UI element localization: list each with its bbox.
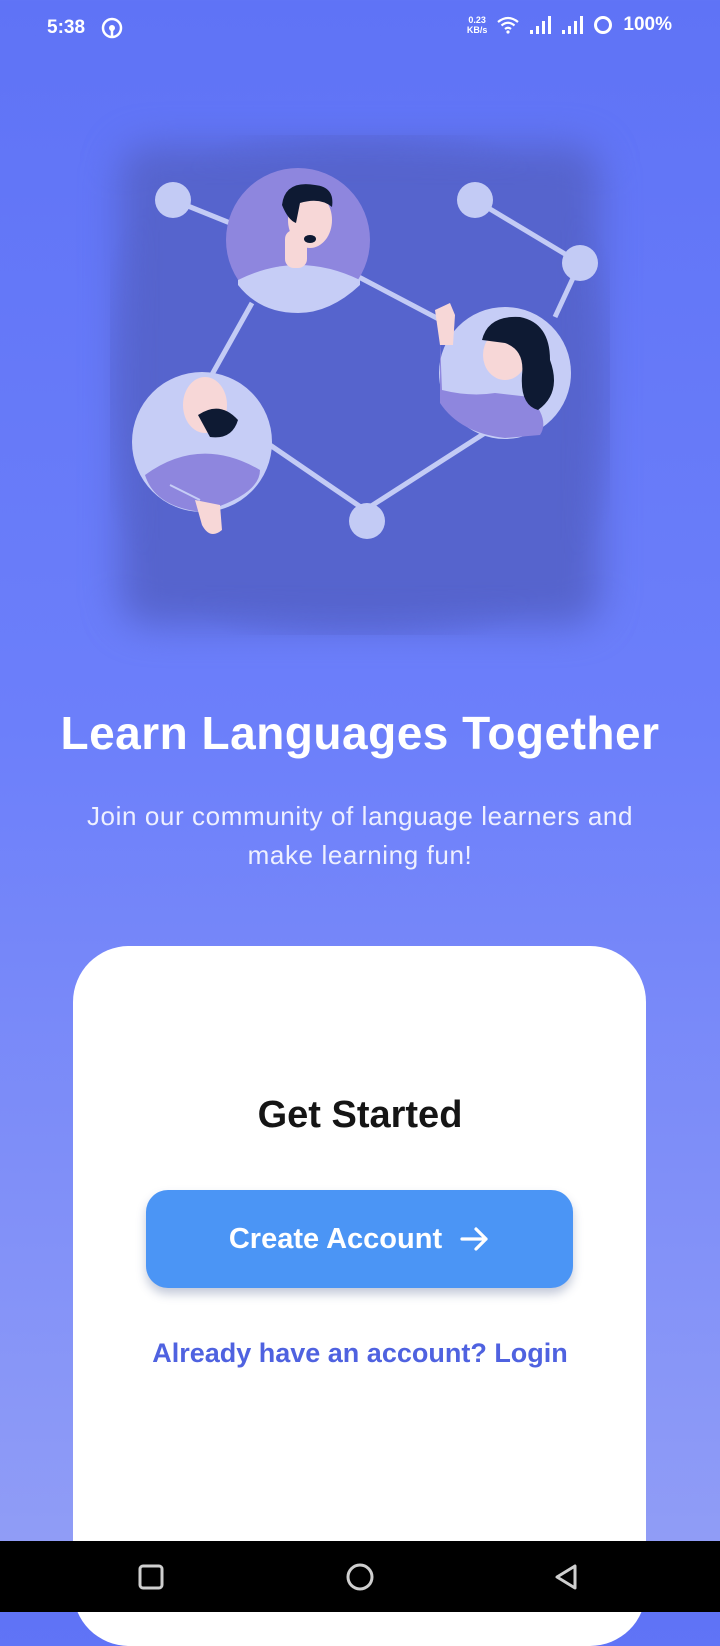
arrow-right-icon — [460, 1227, 488, 1251]
battery-ring-icon — [594, 16, 613, 34]
system-nav-bar — [0, 1541, 720, 1612]
page-title: Learn Languages Together — [60, 707, 660, 759]
hotspot-icon — [101, 17, 123, 39]
login-link[interactable]: Already have an account? Login — [0, 1338, 720, 1369]
community-illustration — [132, 168, 598, 539]
network-speed: 0.23 KB/s — [467, 15, 488, 35]
avatar-man-left — [132, 372, 272, 534]
status-indicators: 0.23 KB/s 100% — [467, 14, 672, 36]
page-subtitle: Join our community of language learners … — [86, 801, 634, 870]
net-speed-value: 0.23 — [468, 15, 486, 25]
signal-icon-2 — [562, 16, 584, 34]
square-icon[interactable] — [133, 1559, 169, 1595]
triangle-back-icon[interactable] — [548, 1559, 584, 1595]
battery-level: 100% — [623, 14, 672, 35]
card-title: Get Started — [257, 1094, 463, 1136]
create-account-button[interactable]: Create Account — [146, 1190, 573, 1288]
net-speed-unit: KB/s — [466, 25, 488, 35]
create-account-label: Create Account — [228, 1222, 443, 1255]
avatar-man-top — [226, 168, 370, 313]
circle-icon[interactable] — [342, 1559, 378, 1595]
status-bar: 5:38 0.23 KB/s 100% — [0, 0, 720, 56]
wifi-icon — [497, 16, 520, 34]
signal-icon-1 — [530, 16, 552, 34]
status-time: 5:38 — [47, 17, 86, 38]
avatar-woman-right — [435, 303, 571, 439]
